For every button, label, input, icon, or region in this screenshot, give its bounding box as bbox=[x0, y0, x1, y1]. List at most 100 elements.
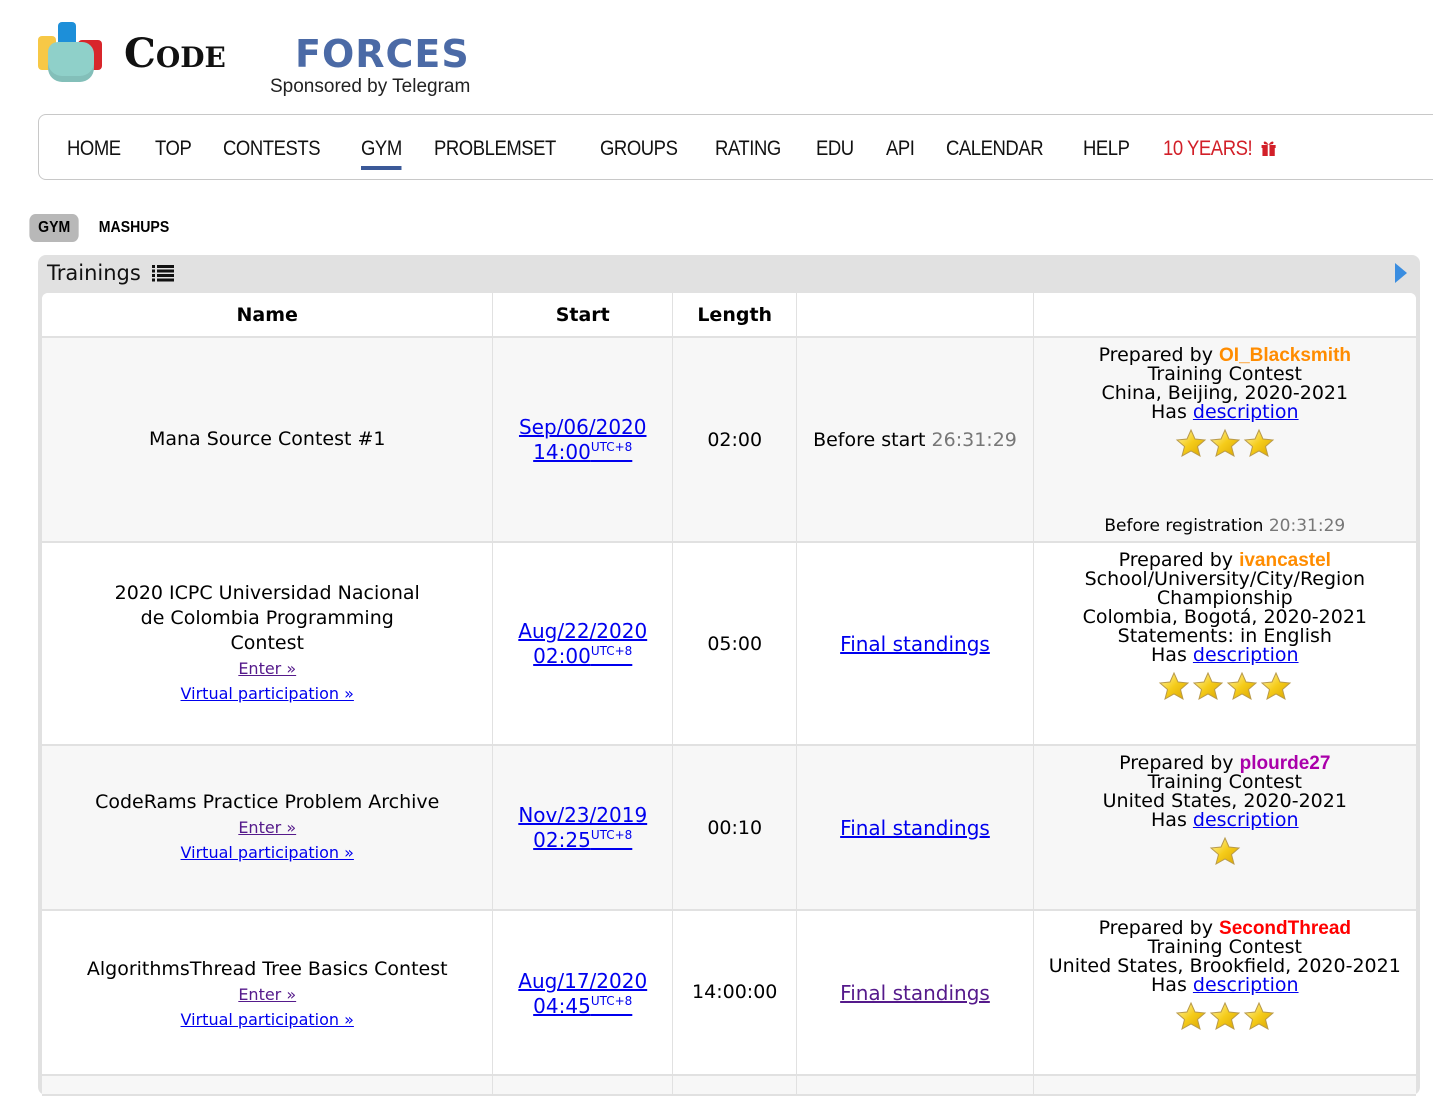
status-label: Before start bbox=[813, 428, 926, 451]
length-cell: 02:00 bbox=[672, 337, 798, 543]
menu-item-rating[interactable]: RATING bbox=[715, 137, 781, 161]
menu-item-10-years-label: 10 YEARS! bbox=[1162, 137, 1253, 160]
column-header-length: Length bbox=[672, 293, 798, 338]
final-standings-link[interactable]: Final standings bbox=[840, 632, 990, 656]
difficulty-stars bbox=[1035, 671, 1415, 705]
star-icon bbox=[1209, 836, 1241, 870]
menu-item-contests[interactable]: CONTESTS bbox=[223, 137, 321, 161]
star-icon bbox=[1192, 671, 1224, 705]
contest-name-cell: 2020 ICPC Universidad Nacional de Colomb… bbox=[42, 542, 494, 746]
difficulty-stars bbox=[1035, 1001, 1415, 1035]
column-header-status bbox=[796, 293, 1034, 338]
status-cell: Before start 26:31:29 bbox=[796, 337, 1034, 543]
length-cell: 00:10 bbox=[672, 745, 798, 911]
contest-info-cell: Prepared by SecondThread Training Contes… bbox=[1033, 910, 1416, 1076]
tab-mashups[interactable]: MASHUPS bbox=[90, 214, 178, 242]
enter-link[interactable]: Enter » bbox=[238, 815, 296, 840]
column-header-start: Start bbox=[492, 293, 674, 338]
menu-item-gym[interactable]: GYM bbox=[360, 137, 402, 170]
contest-info-cell: Prepared by OI_Blacksmith Training Conte… bbox=[1033, 337, 1416, 543]
enter-link[interactable]: Enter » bbox=[238, 982, 296, 1007]
virtual-participation-link[interactable]: Virtual participation » bbox=[181, 681, 354, 706]
next-page-arrow-icon[interactable] bbox=[1395, 263, 1407, 283]
column-header-name: Name bbox=[42, 293, 494, 338]
table-row: Mana Source Contest #1 Sep/06/2020 14:00… bbox=[42, 337, 1416, 543]
star-icon bbox=[1243, 428, 1275, 462]
contest-name-cell: CodeRams Practice Problem Archive Enter … bbox=[42, 745, 494, 911]
tab-gym[interactable]: GYM bbox=[29, 214, 80, 242]
table-row: AlgorithmsThread Tree Basics Contest Ent… bbox=[42, 910, 1416, 1076]
trainings-table: Name Start Length Mana Source Contest #1… bbox=[42, 293, 1416, 1096]
star-icon bbox=[1209, 1001, 1241, 1035]
enter-link[interactable]: Enter » bbox=[238, 656, 296, 681]
table-header-row: Name Start Length bbox=[42, 293, 1416, 338]
star-icon bbox=[1175, 428, 1207, 462]
star-icon bbox=[1226, 671, 1258, 705]
logo-forces-text: FORCES bbox=[295, 32, 470, 76]
main-menu: HOME TOP CONTESTS GYM PROBLEMSET GROUPS … bbox=[38, 114, 1433, 180]
table-row: CodeRams Practice Problem Archive Enter … bbox=[42, 745, 1416, 911]
star-icon bbox=[1158, 671, 1190, 705]
status-cell: Final standings bbox=[796, 542, 1034, 746]
gift-icon bbox=[1261, 141, 1276, 156]
start-cell: Aug/22/2020 02:00UTC+8 bbox=[492, 542, 674, 746]
star-icon bbox=[1260, 671, 1292, 705]
description-link[interactable]: description bbox=[1193, 644, 1299, 666]
menu-item-home[interactable]: HOME bbox=[67, 137, 121, 161]
contest-info-cell: Prepared by plourde27 Training Contest U… bbox=[1033, 745, 1416, 911]
sponsor-text: Sponsored by Telegram bbox=[270, 76, 471, 97]
menu-item-groups[interactable]: GROUPS bbox=[600, 137, 678, 161]
difficulty-stars bbox=[1035, 428, 1415, 462]
contest-type: School/University/City/Region Championsh… bbox=[1084, 568, 1365, 609]
final-standings-link[interactable]: Final standings bbox=[840, 981, 990, 1005]
virtual-participation-link[interactable]: Virtual participation » bbox=[181, 1007, 354, 1032]
start-time-link[interactable]: Aug/17/2020 04:45UTC+8 bbox=[518, 969, 647, 1019]
logo-icon bbox=[38, 20, 104, 82]
registration-status: Before registration 20:31:29 bbox=[1104, 516, 1346, 536]
trainings-box: Trainings Name Start Length Mana Source … bbox=[38, 255, 1420, 1096]
table-row: 2020 ICPC Universidad Nacional de Colomb… bbox=[42, 542, 1416, 746]
menu-item-10-years[interactable]: 10 YEARS! bbox=[1163, 137, 1276, 161]
status-cell: Final standings bbox=[796, 745, 1034, 911]
menu-item-calendar[interactable]: CALENDAR bbox=[946, 137, 1044, 161]
start-cell: Sep/06/2020 14:00UTC+8 bbox=[492, 337, 674, 543]
start-time-link[interactable]: Sep/06/2020 14:00UTC+8 bbox=[519, 415, 647, 465]
trainings-title: Trainings bbox=[47, 261, 174, 285]
star-icon bbox=[1175, 1001, 1207, 1035]
menu-item-help[interactable]: HELP bbox=[1083, 137, 1130, 161]
description-link[interactable]: description bbox=[1193, 401, 1299, 423]
column-header-info bbox=[1033, 293, 1416, 338]
menu-item-problemset[interactable]: PROBLEMSET bbox=[434, 137, 556, 161]
contest-info-cell: Prepared by ivancastel School/University… bbox=[1033, 542, 1416, 746]
start-countdown: 26:31:29 bbox=[931, 428, 1017, 451]
menu-item-api[interactable]: API bbox=[886, 137, 915, 161]
trainings-title-text: Trainings bbox=[47, 261, 141, 285]
contest-name-cell: Mana Source Contest #1 bbox=[42, 337, 494, 543]
contest-name: Mana Source Contest #1 bbox=[148, 428, 386, 450]
contest-name: AlgorithmsThread Tree Basics Contest bbox=[86, 958, 448, 980]
star-icon bbox=[1243, 1001, 1275, 1035]
description-link[interactable]: description bbox=[1193, 974, 1299, 996]
codeforces-logo[interactable]: Code FORCES Sponsored by Telegram bbox=[38, 20, 508, 100]
difficulty-stars bbox=[1035, 836, 1415, 870]
registration-countdown: 20:31:29 bbox=[1268, 516, 1346, 536]
table-row bbox=[42, 1075, 1416, 1096]
contest-name: 2020 ICPC Universidad Nacional de Colomb… bbox=[114, 582, 420, 654]
logo-code-text: Code bbox=[124, 30, 226, 77]
start-cell: Aug/17/2020 04:45UTC+8 bbox=[492, 910, 674, 1076]
start-time-link[interactable]: Aug/22/2020 02:00UTC+8 bbox=[518, 619, 647, 669]
contest-name-cell: AlgorithmsThread Tree Basics Contest Ent… bbox=[42, 910, 494, 1076]
gym-subnav: GYM MASHUPS bbox=[26, 214, 184, 242]
length-cell: 14:00:00 bbox=[672, 910, 798, 1076]
length-cell: 05:00 bbox=[672, 542, 798, 746]
description-link[interactable]: description bbox=[1193, 809, 1299, 831]
list-icon[interactable] bbox=[151, 264, 174, 282]
virtual-participation-link[interactable]: Virtual participation » bbox=[181, 840, 354, 865]
contest-name: CodeRams Practice Problem Archive bbox=[95, 791, 440, 813]
status-cell: Final standings bbox=[796, 910, 1034, 1076]
start-time-link[interactable]: Nov/23/2019 02:25UTC+8 bbox=[518, 803, 647, 853]
start-cell: Nov/23/2019 02:25UTC+8 bbox=[492, 745, 674, 911]
menu-item-top[interactable]: TOP bbox=[155, 137, 192, 161]
final-standings-link[interactable]: Final standings bbox=[840, 816, 990, 840]
menu-item-edu[interactable]: EDU bbox=[816, 137, 854, 161]
